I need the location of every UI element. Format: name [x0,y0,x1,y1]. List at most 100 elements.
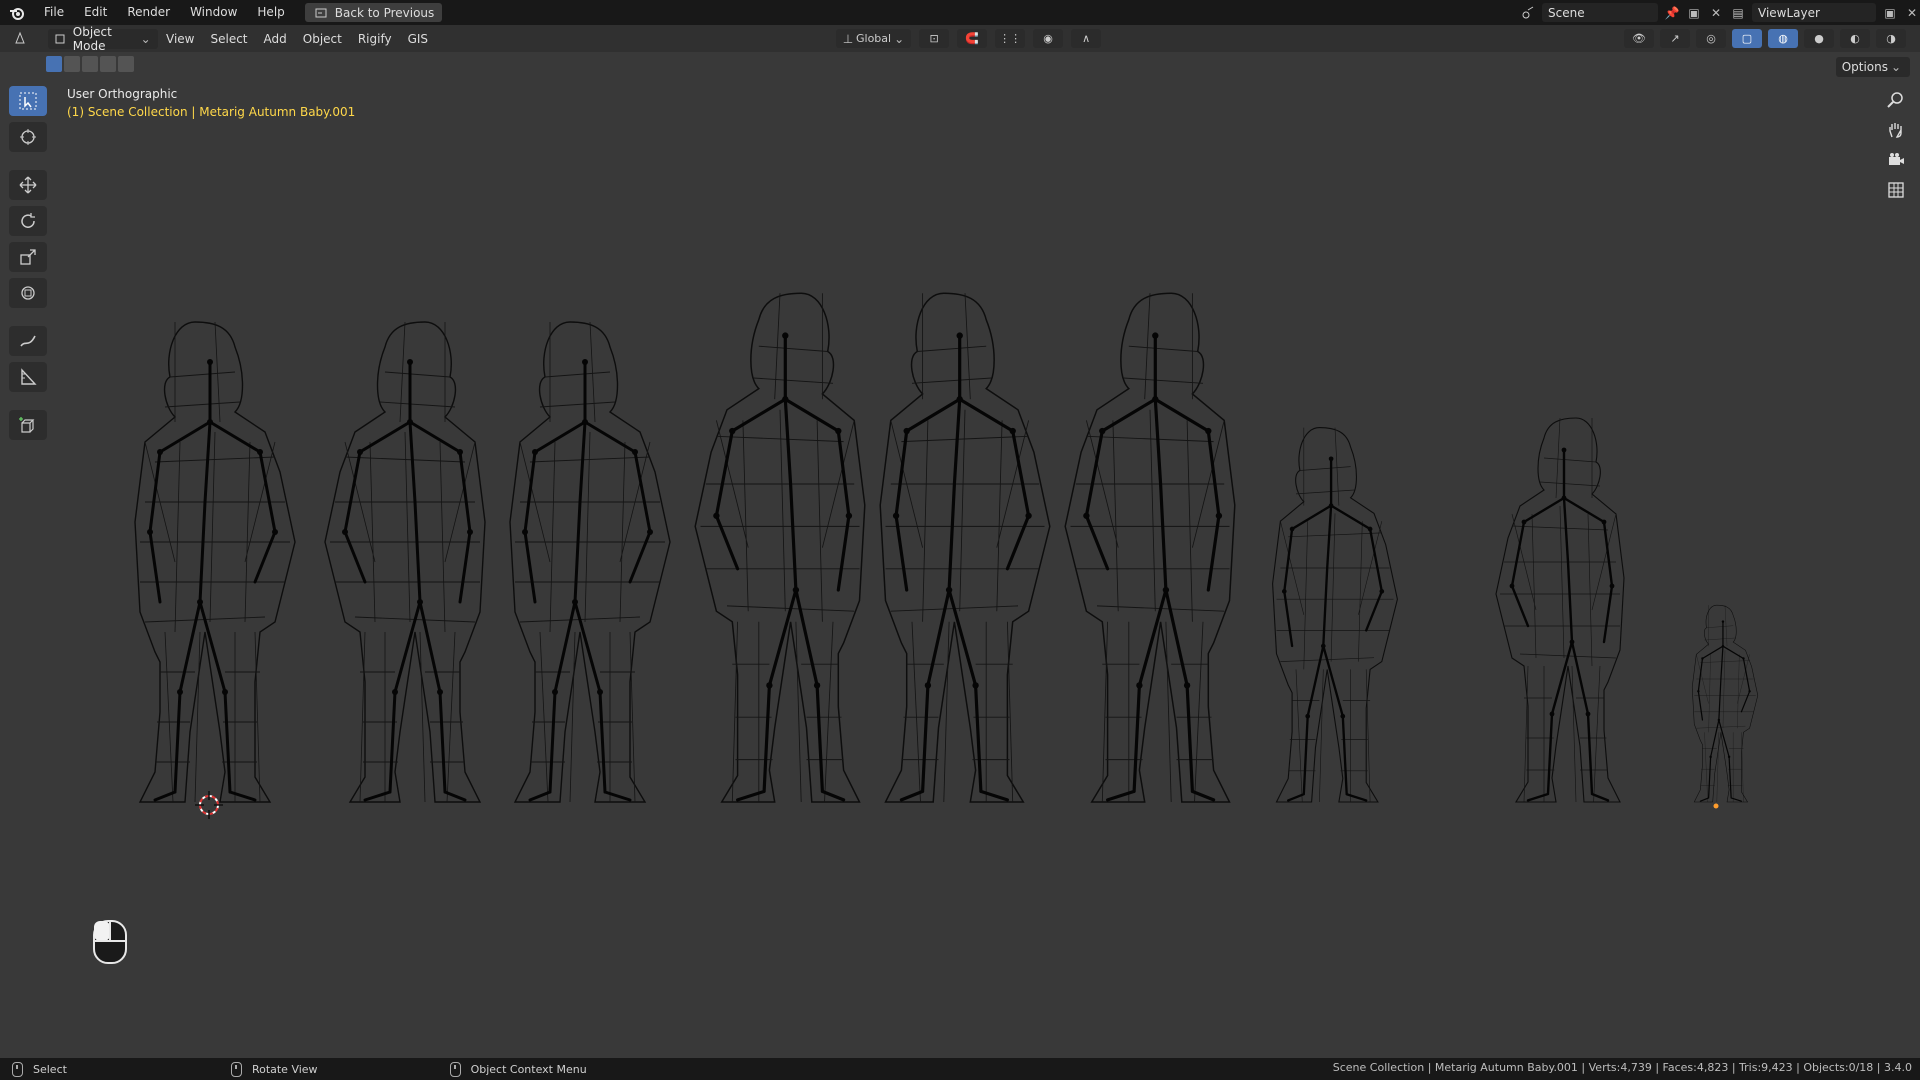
rigged-character-wireframe[interactable] [1494,416,1626,804]
menu-file[interactable]: File [34,0,74,25]
header-menu-add[interactable]: Add [256,32,295,46]
delete-viewlayer-icon[interactable]: ✕ [1904,5,1920,21]
header-menu-object[interactable]: Object [295,32,350,46]
mouse-middle-icon [230,1061,242,1077]
header-menu-gis[interactable]: GIS [400,32,436,46]
scene-name: Scene [1548,5,1585,20]
viewport-canvas[interactable] [0,52,1920,1057]
snap-toggle-button[interactable]: 🧲 [957,29,988,48]
solid-shading-button[interactable]: ● [1804,29,1834,48]
annotate-pencil-icon [20,335,36,347]
menu-edit[interactable]: Edit [74,0,117,25]
grid-icon [1888,182,1904,198]
pivot-point-button[interactable]: ⊡ [919,29,950,48]
scene-field[interactable]: Scene [1542,3,1658,22]
screen-back-icon [313,5,329,21]
rendered-shading-button[interactable]: ◑ [1876,29,1906,48]
scale-tool[interactable] [9,242,47,272]
zoom-button[interactable] [1884,88,1908,112]
collection-info: (1) Scene Collection | Metarig Autumn Ba… [67,105,356,119]
annotate-tool[interactable] [9,326,47,356]
hand-icon [1889,123,1902,138]
pin-scene-icon[interactable]: 📌 [1664,5,1680,21]
rigged-character-wireframe[interactable] [1063,291,1237,804]
back-to-previous-label: Back to Previous [334,5,435,20]
mouse-button-hint-icon [92,919,128,969]
gizmo-button[interactable]: ↗ [1660,29,1690,48]
rigged-character-wireframe[interactable] [508,320,672,804]
perspective-toggle-button[interactable] [1884,178,1908,202]
rigged-character-wireframe[interactable] [133,320,297,804]
chevron-down-icon: ⌄ [140,31,151,46]
ruler-icon [21,368,37,385]
mode-label: Object Mode [72,24,112,53]
navigation-gizmo [1884,88,1908,202]
material-shading-button[interactable]: ◐ [1840,29,1870,48]
xray-button[interactable]: ▢ [1732,29,1762,48]
scene-statistics: Scene Collection | Metarig Autumn Baby.0… [1332,1061,1912,1074]
proportional-edit-button[interactable]: ◉ [1033,29,1064,48]
transform-orientation-select[interactable]: ⊥ Global ⌄ [836,29,912,48]
crosshair-icon [20,129,36,145]
overlay-button[interactable]: ◎ [1696,29,1726,48]
camera-view-button[interactable] [1884,148,1908,172]
move-tool[interactable] [9,170,47,200]
pan-button[interactable] [1884,118,1908,142]
object-mode-icon [54,31,67,47]
header-menu-select[interactable]: Select [202,32,255,46]
back-to-previous-button[interactable]: Back to Previous [304,3,443,22]
mode-select[interactable]: Object Mode ⌄ [48,25,158,53]
blender-logo-icon[interactable] [0,0,34,25]
viewlayer-name: ViewLayer [1758,5,1820,20]
viewport-header: Object Mode ⌄ View Select Add Object Rig… [0,25,1920,53]
delete-scene-icon[interactable]: ✕ [1708,5,1724,21]
cursor-tool[interactable] [9,122,47,152]
zoom-magnifier-icon [1887,92,1903,108]
header-menu-rigify[interactable]: Rigify [350,32,400,46]
tool-shelf [9,86,49,440]
add-cube-icon [19,417,35,433]
cursor-select-icon [19,92,37,110]
editor-type-icon[interactable] [14,30,30,46]
status-rotate: Rotate View [230,1061,318,1077]
add-cube-tool[interactable] [9,410,47,440]
rigged-character-wireframe[interactable] [1691,604,1759,803]
menu-window[interactable]: Window [180,0,247,25]
mouse-left-icon [12,1061,23,1077]
object-origin-marker [1713,803,1719,809]
rigged-character-wireframe[interactable] [878,291,1052,804]
new-scene-icon[interactable]: ▣ [1686,5,1702,21]
rigged-character-wireframe[interactable] [693,291,867,804]
rigged-character-wireframe[interactable] [1271,426,1399,804]
scale-icon [20,249,36,265]
header-menu-view[interactable]: View [158,32,202,46]
scene-selector-icon[interactable] [1520,5,1536,21]
status-bar: Select Rotate View Object Context Menu S… [0,1058,1920,1080]
rotate-tool[interactable] [9,206,47,236]
transform-tool[interactable] [9,278,47,308]
orientation-axes-icon: ⊥ [842,31,854,46]
viewlayer-field[interactable]: ViewLayer [1752,3,1876,22]
viewlayer-selector-icon[interactable]: ▤ [1730,5,1746,21]
status-context: Object Context Menu [449,1061,587,1077]
view-info: User Orthographic (1) Scene Collection |… [67,87,355,119]
select-box-tool[interactable] [9,86,47,116]
top-bar: File Edit Render Window Help Back to Pre… [0,0,1920,25]
menu-help[interactable]: Help [247,0,294,25]
falloff-button[interactable]: ∧ [1071,29,1102,48]
status-select: Select [12,1061,67,1077]
snap-target-button[interactable]: ⋮⋮ [995,29,1026,48]
status-select-label: Select [33,1062,67,1076]
status-rotate-label: Rotate View [251,1062,318,1076]
shading-controls: 👁 ↗ ◎ ▢ ◍ ● ◐ ◑ [1624,29,1906,48]
rigged-character-wireframe[interactable] [323,320,487,804]
new-viewlayer-icon[interactable]: ▣ [1882,5,1898,21]
3d-cursor-icon[interactable] [195,791,223,819]
menu-render[interactable]: Render [117,0,180,25]
transform-controls: ⊥ Global ⌄ ⊡ 🧲 ⋮⋮ ◉ ∧ [836,29,1102,48]
visibility-button[interactable]: 👁 [1624,29,1654,48]
move-arrows-icon [19,176,37,194]
measure-tool[interactable] [9,362,47,392]
wireframe-shading-button[interactable]: ◍ [1768,29,1798,48]
view-name: User Orthographic [67,87,178,101]
